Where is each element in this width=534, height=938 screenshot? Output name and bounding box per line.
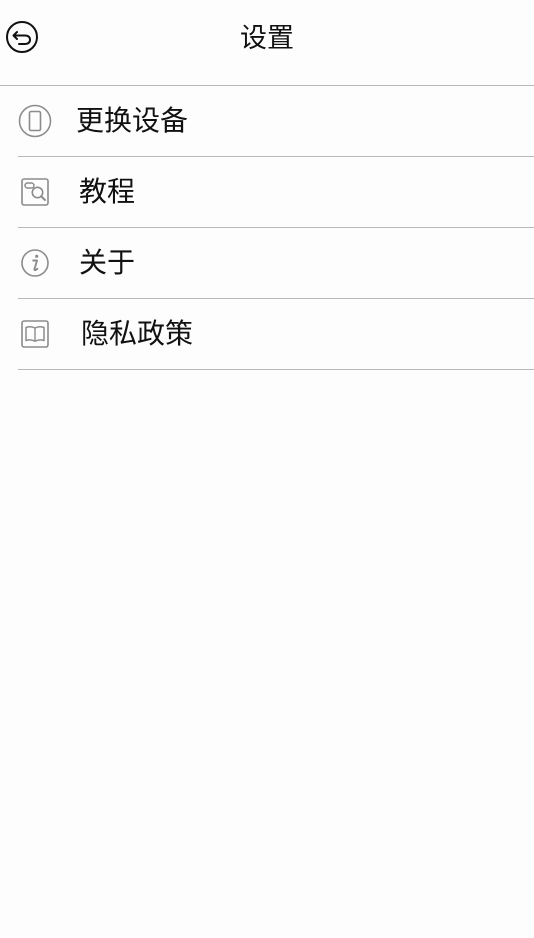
menu-item-change-device[interactable]: 更换设备 [18, 86, 534, 157]
menu-item-tutorial[interactable]: 教程 [18, 157, 534, 228]
top-bar: 设置 [0, 0, 534, 86]
menu-item-label: 隐私政策 [81, 317, 194, 350]
phone-device-icon [18, 104, 52, 138]
tutorial-search-icon [18, 175, 52, 209]
book-icon [18, 317, 52, 351]
menu-item-privacy-policy[interactable]: 隐私政策 [18, 299, 534, 370]
menu-item-label: 教程 [79, 175, 136, 208]
settings-menu: 更换设备 教程 关于 隐私政策 [0, 86, 534, 370]
page-title: 设置 [240, 23, 294, 54]
menu-item-about[interactable]: 关于 [18, 228, 534, 299]
menu-item-label: 关于 [79, 246, 136, 279]
menu-item-label: 更换设备 [76, 104, 189, 137]
info-icon [18, 246, 52, 280]
